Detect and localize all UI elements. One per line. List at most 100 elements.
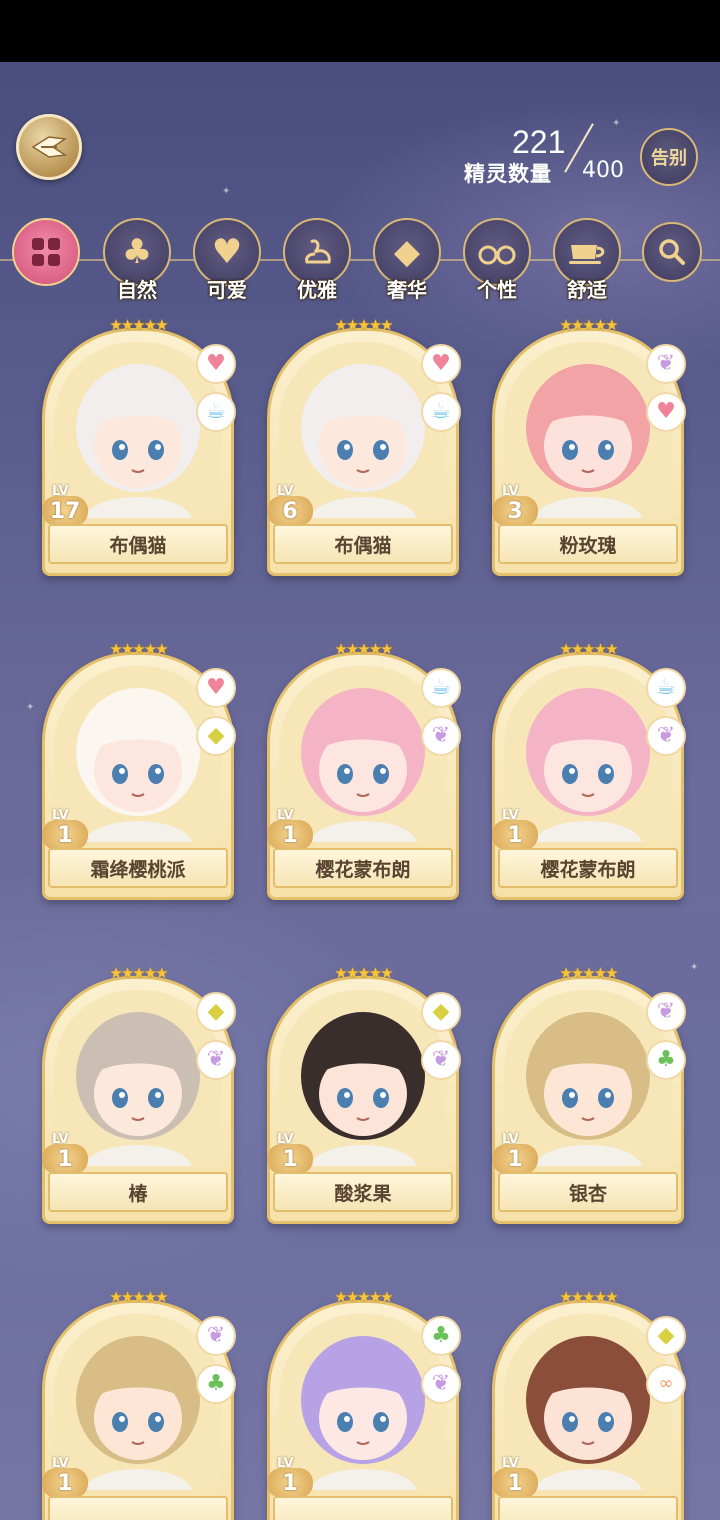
- sprite-card[interactable]: ★★★★★ LV 1 樱花蒙布朗 ☕ ❦: [492, 640, 686, 900]
- sparkle-decoration: ✦: [690, 962, 699, 973]
- back-button[interactable]: [16, 114, 82, 180]
- swan-icon: ❦: [646, 716, 686, 756]
- sparkle-decoration: ✦: [26, 702, 35, 713]
- level-value: 3: [492, 496, 538, 526]
- farewell-label: 告别: [651, 148, 687, 169]
- filter-luxury[interactable]: ◆ 奢华: [369, 218, 445, 302]
- swan-icon: ❦: [421, 1364, 461, 1404]
- sprite-name: 樱花蒙布朗: [498, 848, 678, 888]
- star-rating-icon: ★★★★★: [334, 964, 393, 982]
- heart-icon: ♥: [196, 668, 236, 708]
- level-value: 1: [492, 820, 538, 850]
- glasses-icon: ∞: [646, 1364, 686, 1404]
- sprite-card[interactable]: ★★★★★ LV 17 布偶猫 ♥ ☕: [42, 316, 236, 576]
- star-rating-icon: ★★★★★: [559, 1288, 618, 1306]
- swan-icon: ❦: [646, 344, 686, 384]
- star-rating-icon: ★★★★★: [334, 1288, 393, 1306]
- gem-icon: ◆: [196, 992, 236, 1032]
- clover-icon: ♣: [421, 1316, 461, 1356]
- farewell-button[interactable]: 告别: [640, 128, 698, 186]
- sprite-card[interactable]: ★★★★★ LV 6 布偶猫 ♥ ☕: [267, 316, 461, 576]
- sprite-count-max: 400: [582, 158, 624, 183]
- sparkle-decoration: ✦: [222, 186, 231, 197]
- clover-icon: ♣: [121, 232, 153, 272]
- heart-icon: ♥: [421, 344, 461, 384]
- sprite-name: 粉玫瑰: [498, 524, 678, 564]
- filter-cute[interactable]: ♥ 可爱: [189, 218, 265, 302]
- filter-label: 个性: [477, 278, 517, 302]
- teacup-icon: [569, 245, 605, 264]
- filter-label: 舒适: [567, 278, 607, 302]
- sprite-card[interactable]: ★★★★★ LV 1 樱花蒙布朗 ☕ ❦: [267, 640, 461, 900]
- filter-personality[interactable]: 个性: [459, 218, 535, 302]
- glasses-icon: [478, 245, 516, 265]
- level-value: 1: [42, 820, 88, 850]
- filter-label: 优雅: [297, 278, 337, 302]
- swan-icon: ❦: [646, 992, 686, 1032]
- sprite-name: 酸浆果: [273, 1172, 453, 1212]
- gem-icon: ◆: [196, 716, 236, 756]
- collection-screen: ✦ ✦ ✦ ✦ 221 精灵数量 400 告别 ♣ 自然 ♥ 可爱 优雅 ◆ 奢…: [0, 62, 720, 1520]
- filter-search[interactable]: [640, 218, 704, 282]
- sprite-card[interactable]: ★★★★★ LV 1 霜绛樱桃派 ♥ ◆: [42, 640, 236, 900]
- star-rating-icon: ★★★★★: [559, 640, 618, 658]
- sprite-name: [48, 1496, 228, 1520]
- sprite-card[interactable]: ★★★★★ LV 1 ◆ ∞: [492, 1288, 686, 1520]
- sprite-card[interactable]: ★★★★★ LV 1 椿 ◆ ❦: [42, 964, 236, 1224]
- level-value: 6: [267, 496, 313, 526]
- filter-label: 可爱: [207, 278, 247, 302]
- teacup-icon: ☕: [421, 668, 461, 708]
- heart-icon: ♥: [211, 232, 243, 272]
- sprite-card[interactable]: ★★★★★ LV 3 粉玫瑰 ❦ ♥: [492, 316, 686, 576]
- swan-icon: ❦: [421, 716, 461, 756]
- sprite-name: 樱花蒙布朗: [273, 848, 453, 888]
- grid-icon: [32, 238, 60, 266]
- sparkle-decoration: ✦: [612, 118, 621, 129]
- sprite-name: [273, 1496, 453, 1520]
- filter-all[interactable]: [8, 218, 84, 286]
- star-rating-icon: ★★★★★: [109, 964, 168, 982]
- filter-label: 奢华: [387, 278, 427, 302]
- star-rating-icon: ★★★★★: [109, 316, 168, 334]
- sprite-card[interactable]: ★★★★★ LV 1 ♣ ❦: [267, 1288, 461, 1520]
- swan-icon: ❦: [421, 1040, 461, 1080]
- sprite-name: 布偶猫: [273, 524, 453, 564]
- sprite-name: 布偶猫: [48, 524, 228, 564]
- star-rating-icon: ★★★★★: [334, 640, 393, 658]
- teacup-icon: ☕: [646, 668, 686, 708]
- filter-natural[interactable]: ♣ 自然: [99, 218, 175, 302]
- level-value: 17: [42, 496, 88, 526]
- level-value: 1: [492, 1468, 538, 1498]
- star-rating-icon: ★★★★★: [559, 964, 618, 982]
- sprite-name: 银杏: [498, 1172, 678, 1212]
- heart-icon: ♥: [646, 392, 686, 432]
- teacup-icon: ☕: [196, 392, 236, 432]
- gem-icon: ◆: [393, 232, 421, 272]
- sprite-name: [498, 1496, 678, 1520]
- swan-icon: ❦: [196, 1040, 236, 1080]
- clover-icon: ♣: [646, 1040, 686, 1080]
- heart-icon: ♥: [196, 344, 236, 384]
- filter-elegant[interactable]: 优雅: [279, 218, 355, 302]
- level-value: 1: [42, 1144, 88, 1174]
- star-rating-icon: ★★★★★: [109, 1288, 168, 1306]
- swan-icon: ❦: [196, 1316, 236, 1356]
- level-value: 1: [42, 1468, 88, 1498]
- filter-label: 自然: [117, 278, 157, 302]
- sprite-card[interactable]: ★★★★★ LV 1 银杏 ❦ ♣: [492, 964, 686, 1224]
- search-icon: [659, 239, 685, 265]
- filter-comfort[interactable]: 舒适: [549, 218, 625, 302]
- level-value: 1: [492, 1144, 538, 1174]
- swan-icon: [305, 239, 331, 264]
- sprite-count-current: 221: [512, 124, 566, 160]
- sprite-card[interactable]: ★★★★★ LV 1 酸浆果 ◆ ❦: [267, 964, 461, 1224]
- sprite-card[interactable]: ★★★★★ LV 1 ❦ ♣: [42, 1288, 236, 1520]
- clover-icon: ♣: [196, 1364, 236, 1404]
- star-rating-icon: ★★★★★: [334, 316, 393, 334]
- back-arrow-icon: [31, 136, 68, 158]
- sprite-count-label: 精灵数量: [464, 162, 552, 186]
- sprite-name: 霜绛樱桃派: [48, 848, 228, 888]
- gem-icon: ◆: [421, 992, 461, 1032]
- level-value: 1: [267, 820, 313, 850]
- level-value: 1: [267, 1144, 313, 1174]
